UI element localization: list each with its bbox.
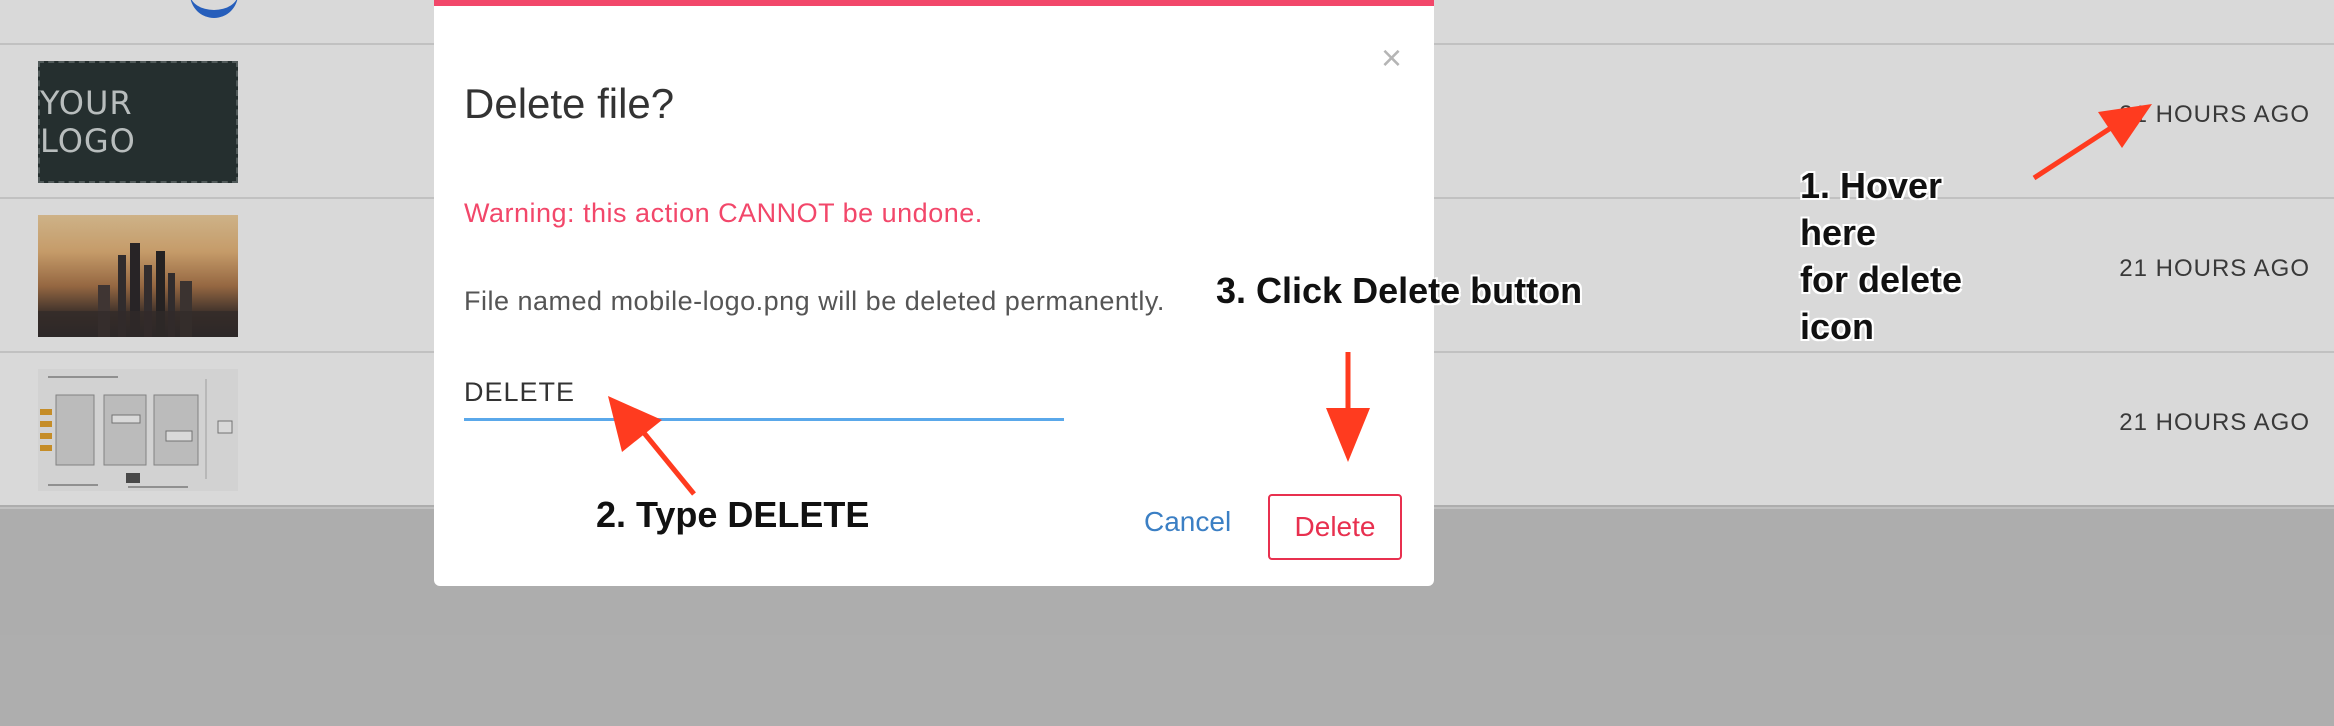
file-info-message: File named mobile-logo.png will be delet… bbox=[464, 286, 1165, 316]
confirm-delete-input[interactable] bbox=[464, 366, 1064, 421]
warning-message: Warning: this action CANNOT be undone. bbox=[464, 198, 983, 228]
cancel-button[interactable]: Cancel bbox=[1144, 506, 1231, 538]
annotation-step-1: 1. Hover here for delete icon bbox=[1800, 165, 1963, 347]
annotation-step-3: 3. Click Delete button bbox=[1216, 270, 1583, 311]
delete-button[interactable]: Delete bbox=[1268, 494, 1402, 560]
dialog-title: Delete file? bbox=[464, 80, 675, 127]
close-icon[interactable]: × bbox=[1381, 40, 1402, 76]
annotation-step-2: 2. Type DELETE bbox=[596, 494, 870, 535]
